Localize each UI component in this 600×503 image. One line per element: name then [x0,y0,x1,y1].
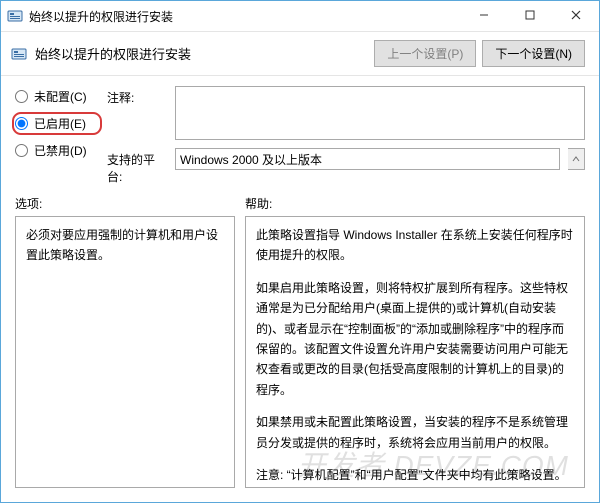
next-setting-button[interactable]: 下一个设置(N) [482,40,585,67]
options-column: 选项: 必须对要应用强制的计算机和用户设置此策略设置。 [15,195,235,488]
supported-row: 支持的平台: [107,148,585,185]
comment-input[interactable] [175,86,585,140]
options-text: 必须对要应用强制的计算机和用户设置此策略设置。 [26,228,218,262]
supported-platforms-input[interactable] [175,148,560,170]
fields-block: 注释: 支持的平台: [107,86,585,185]
policy-icon [11,46,27,62]
radio-disabled-input[interactable] [15,144,28,157]
radio-not-configured[interactable]: 未配置(C) [15,88,95,105]
chevron-up-icon [572,155,580,163]
options-label: 选项: [15,195,235,212]
radio-disabled-label: 已禁用(D) [34,142,87,159]
comment-label: 注释: [107,86,167,106]
policy-editor-window: 始终以提升的权限进行安装 始终以提升的权限进行安装 上一个设置(P) 下一个设 [0,0,600,503]
minimize-button[interactable] [461,1,507,29]
options-pane: 必须对要应用强制的计算机和用户设置此策略设置。 [15,216,235,488]
radio-enabled-label: 已启用(E) [34,115,86,132]
radio-disabled[interactable]: 已禁用(D) [15,142,95,159]
radio-enabled[interactable]: 已启用(E) [12,112,102,135]
radio-enabled-input[interactable] [15,117,28,130]
radio-not-configured-input[interactable] [15,90,28,103]
policy-title: 始终以提升的权限进行安装 [35,44,368,63]
help-label: 帮助: [245,195,585,212]
state-radio-group: 未配置(C) 已启用(E) 已禁用(D) [15,86,95,185]
body-panes: 选项: 必须对要应用强制的计算机和用户设置此策略设置。 帮助: 此策略设置指导 … [1,191,599,502]
help-pane[interactable]: 此策略设置指导 Windows Installer 在系统上安装任何程序时使用提… [245,216,585,488]
radio-not-configured-label: 未配置(C) [34,88,87,105]
maximize-button[interactable] [507,1,553,29]
minimize-icon [479,10,489,20]
app-icon [7,8,23,24]
help-paragraph: 此策略设置指导 Windows Installer 在系统上安装任何程序时使用提… [256,225,574,266]
window-title: 始终以提升的权限进行安装 [29,8,461,25]
help-paragraph: 如果启用此策略设置，则将特权扩展到所有程序。这些特权通常是为已分配给用户(桌面上… [256,278,574,400]
config-area: 未配置(C) 已启用(E) 已禁用(D) 注释: 支持的平台: [1,76,599,191]
supported-scroll-button[interactable] [568,148,585,170]
close-button[interactable] [553,1,599,29]
supported-label: 支持的平台: [107,148,167,185]
maximize-icon [525,10,535,20]
help-paragraph: 如果禁用或未配置此策略设置，当安装的程序不是系统管理员分发或提供的程序时，系统将… [256,412,574,453]
previous-setting-button[interactable]: 上一个设置(P) [374,40,476,67]
help-paragraph: 注意: “计算机配置”和“用户配置”文件夹中均有此策略设置。若要使此策略设置生效… [256,465,574,488]
header-row: 始终以提升的权限进行安装 上一个设置(P) 下一个设置(N) [1,31,599,76]
help-column: 帮助: 此策略设置指导 Windows Installer 在系统上安装任何程序… [245,195,585,488]
title-bar: 始终以提升的权限进行安装 [1,1,599,31]
window-controls [461,1,599,31]
comment-row: 注释: [107,86,585,140]
close-icon [571,10,581,20]
